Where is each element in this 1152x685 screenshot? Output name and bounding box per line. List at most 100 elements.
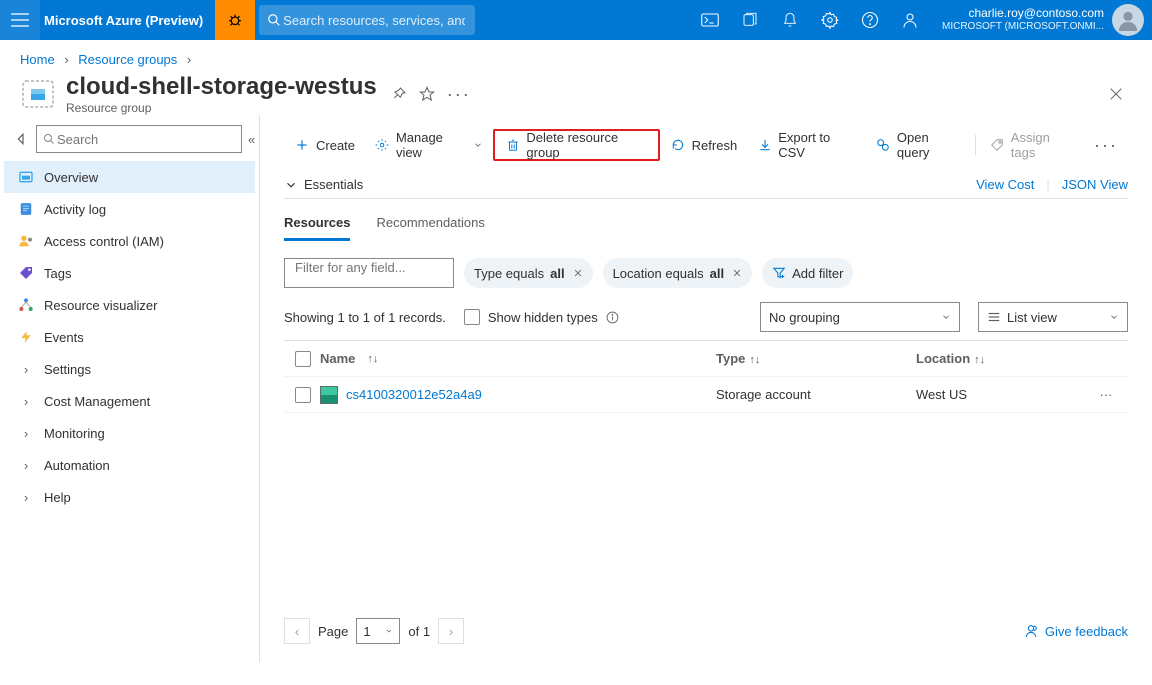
refresh-button[interactable]: Refresh — [660, 129, 748, 161]
sidebar-item-monitoring[interactable]: › Monitoring — [4, 417, 255, 449]
iam-icon — [18, 233, 34, 249]
cmd-label: Refresh — [692, 138, 738, 153]
grouping-select[interactable]: No grouping — [760, 302, 960, 332]
col-header-location[interactable]: Location↑↓ — [916, 351, 1086, 366]
sidebar-item-label: Monitoring — [44, 426, 105, 441]
give-feedback-button[interactable]: Give feedback — [1023, 623, 1128, 639]
cmd-label: Manage view — [396, 130, 467, 160]
row-checkbox[interactable] — [295, 387, 311, 403]
global-search-input[interactable] — [281, 12, 466, 29]
chevron-down-icon — [1109, 312, 1119, 322]
tags-icon — [18, 265, 34, 281]
cloudshell-button[interactable] — [690, 0, 730, 40]
resources-table: Name↑↓ Type↑↓ Location↑↓ cs4100320012e52… — [284, 340, 1128, 413]
account-email: charlie.roy@contoso.com — [942, 6, 1104, 20]
record-count: Showing 1 to 1 of 1 records. — [284, 310, 446, 325]
menu-button[interactable] — [0, 0, 40, 40]
overflow-button[interactable]: ··· — [1084, 129, 1128, 161]
sidebar-item-label: Tags — [44, 266, 71, 281]
assign-tags-button: Assign tags — [980, 129, 1084, 161]
sort-icon: ↑↓ — [970, 354, 985, 366]
page-select[interactable]: 1 — [356, 618, 400, 644]
sidebar-item-label: Overview — [44, 170, 98, 185]
filter-pill-type[interactable]: Type equals all — [464, 258, 593, 288]
pin-button[interactable] — [391, 86, 407, 102]
open-query-button[interactable]: Open query — [866, 129, 971, 161]
tab-resources[interactable]: Resources — [284, 215, 350, 241]
add-filter-button[interactable]: Add filter — [762, 258, 853, 288]
col-header-name[interactable]: Name↑↓ — [320, 351, 716, 366]
collapse-menu-icon[interactable]: « — [248, 132, 255, 147]
cell-type: Storage account — [716, 387, 916, 402]
create-button[interactable]: Create — [284, 129, 365, 161]
help-button[interactable] — [850, 0, 890, 40]
breadcrumb-home[interactable]: Home — [20, 52, 55, 67]
feedback-button[interactable] — [890, 0, 930, 40]
notifications-button[interactable] — [770, 0, 810, 40]
resource-link[interactable]: cs4100320012e52a4a9 — [346, 387, 482, 402]
tag-icon — [990, 137, 1005, 153]
sidebar-item-cost[interactable]: › Cost Management — [4, 385, 255, 417]
sidebar-item-events[interactable]: Events — [4, 321, 255, 353]
query-icon — [876, 137, 891, 153]
sidebar-item-label: Events — [44, 330, 84, 345]
show-hidden-types-checkbox[interactable]: Show hidden types — [464, 309, 619, 325]
close-icon[interactable] — [571, 268, 583, 278]
global-search[interactable] — [259, 5, 474, 35]
essentials-section[interactable]: Essentials View Cost | JSON View — [284, 171, 1128, 199]
row-more-button[interactable]: ··· — [1086, 387, 1126, 402]
collapse-sidebar-icon[interactable] — [16, 132, 30, 146]
filter-text-input[interactable] — [293, 259, 445, 276]
breadcrumb-resource-groups[interactable]: Resource groups — [78, 52, 177, 67]
json-view-link[interactable]: JSON View — [1050, 177, 1128, 192]
chevron-down-icon — [941, 312, 951, 322]
col-header-type[interactable]: Type↑↓ — [716, 351, 916, 366]
sidebar-search-input[interactable] — [55, 131, 235, 148]
select-all-checkbox[interactable] — [295, 351, 311, 367]
sidebar-item-tags[interactable]: Tags — [4, 257, 255, 289]
sidebar-item-visualizer[interactable]: Resource visualizer — [4, 289, 255, 321]
more-button[interactable]: ··· — [447, 84, 471, 105]
tab-recommendations[interactable]: Recommendations — [376, 215, 484, 241]
prev-page-button[interactable]: ‹ — [284, 618, 310, 644]
settings-button[interactable] — [810, 0, 850, 40]
plus-icon — [294, 137, 310, 153]
filter-text[interactable] — [284, 258, 454, 288]
view-cost-link[interactable]: View Cost — [964, 177, 1034, 192]
breadcrumb: Home › Resource groups › — [0, 40, 1152, 73]
feedback-icon — [1023, 623, 1039, 639]
preview-bug-button[interactable] — [215, 0, 255, 40]
sidebar-item-label: Automation — [44, 458, 110, 473]
sidebar-item-settings[interactable]: › Settings — [4, 353, 255, 385]
next-page-button[interactable]: › — [438, 618, 464, 644]
avatar[interactable] — [1112, 4, 1144, 36]
filter-pill-location[interactable]: Location equals all — [603, 258, 753, 288]
delete-resource-group-button[interactable]: Delete resource group — [493, 129, 659, 161]
main-content: Create Manage view Delete resource group — [260, 115, 1152, 662]
account-info[interactable]: charlie.roy@contoso.com MICROSOFT (MICRO… — [930, 6, 1112, 34]
cmd-label: Export to CSV — [778, 130, 856, 160]
activitylog-icon — [18, 201, 34, 217]
page-header: cloud-shell-storage-westus Resource grou… — [0, 73, 1152, 115]
manage-view-button[interactable]: Manage view — [365, 129, 493, 161]
close-blade-button[interactable] — [1100, 78, 1132, 110]
chevron-right-icon: › — [58, 52, 74, 67]
sidebar-item-overview[interactable]: Overview — [4, 161, 255, 193]
sidebar-item-automation[interactable]: › Automation — [4, 449, 255, 481]
sidebar-item-help[interactable]: › Help — [4, 481, 255, 513]
sidebar-item-activitylog[interactable]: Activity log — [4, 193, 255, 225]
view-select[interactable]: List view — [978, 302, 1128, 332]
brand-label[interactable]: Microsoft Azure (Preview) — [40, 13, 215, 28]
directory-button[interactable] — [730, 0, 770, 40]
sidebar-item-iam[interactable]: Access control (IAM) — [4, 225, 255, 257]
info-icon[interactable] — [606, 311, 619, 324]
chevron-right-icon: › — [181, 52, 197, 67]
table-row[interactable]: cs4100320012e52a4a9 Storage account West… — [284, 377, 1128, 413]
export-csv-button[interactable]: Export to CSV — [747, 129, 866, 161]
sidebar-search[interactable] — [36, 125, 242, 153]
favorite-button[interactable] — [419, 86, 435, 102]
pager: ‹ Page 1 of 1 › Give feedback — [284, 608, 1128, 654]
blade-sidebar: « Overview Activity log Access control (… — [0, 115, 260, 662]
cmd-label: Assign tags — [1011, 130, 1074, 160]
close-icon[interactable] — [730, 268, 742, 278]
